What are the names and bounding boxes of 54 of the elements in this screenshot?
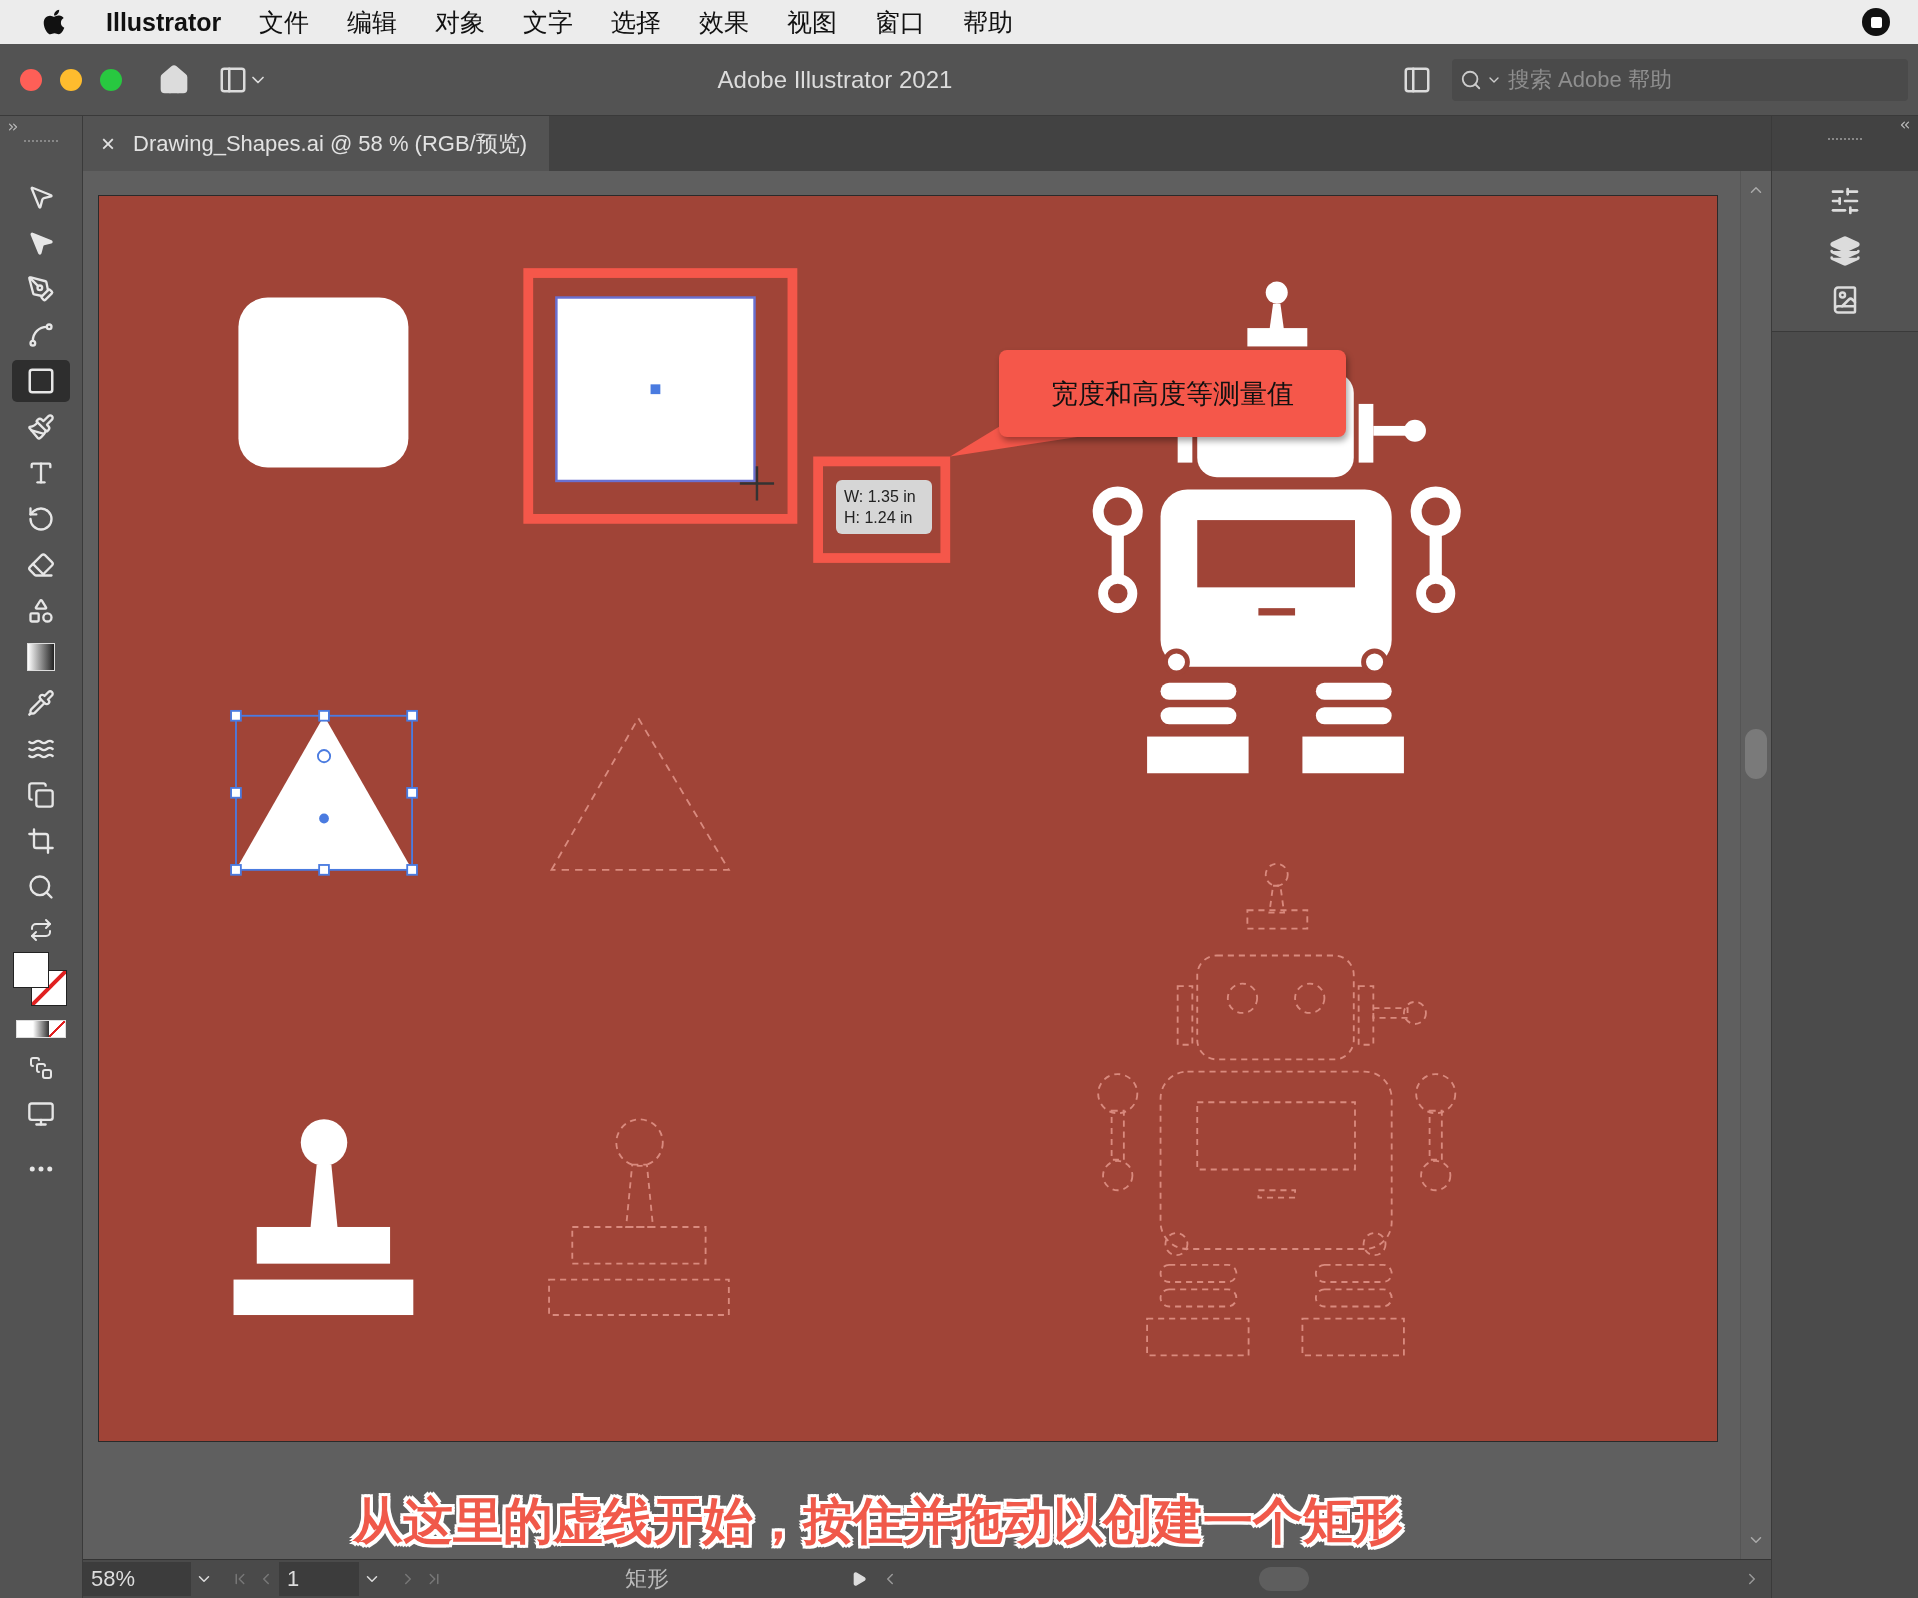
brush-icon	[27, 413, 55, 441]
record-icon[interactable]	[1862, 8, 1890, 36]
search-input[interactable]: 搜索 Adobe 帮助	[1506, 65, 1900, 94]
search-field[interactable]: 搜索 Adobe 帮助	[1452, 58, 1908, 101]
swap-icon[interactable]	[29, 918, 53, 942]
close-window-button[interactable]	[20, 68, 42, 91]
minimize-window-button[interactable]	[60, 68, 82, 91]
play-icon	[851, 1571, 867, 1587]
menu-item[interactable]: 文字	[523, 5, 574, 39]
center-point-icon	[650, 384, 661, 395]
menu-item[interactable]: 窗口	[875, 5, 926, 39]
app-menu[interactable]: Illustrator	[106, 7, 222, 37]
expand-icon[interactable]	[6, 120, 20, 134]
menu-item[interactable]: 编辑	[347, 5, 398, 39]
rotate-icon	[27, 505, 55, 533]
rectangle-icon	[26, 366, 56, 396]
close-tab-button[interactable]: ×	[97, 129, 119, 158]
menu-item[interactable]: 视图	[787, 5, 838, 39]
current-tool-label: 矩形	[624, 1565, 670, 1593]
crop-icon	[27, 827, 55, 855]
copy-icon	[27, 781, 55, 809]
color-modes-icon[interactable]	[16, 1020, 66, 1038]
eyedropper-icon	[27, 689, 55, 717]
menu-item[interactable]: 帮助	[963, 5, 1014, 39]
gradient-icon	[27, 643, 55, 671]
sliders-icon	[1829, 185, 1861, 217]
layers-icon	[1829, 235, 1861, 267]
menu-item[interactable]: 效果	[699, 5, 750, 39]
tab-title: Drawing_Shapes.ai @ 58 % (RGB/预览)	[133, 129, 528, 158]
video-caption: 从这里的虚线开始，按住并拖动以创建一个矩形	[353, 1492, 1403, 1551]
window-title: Adobe Illustrator 2021	[716, 65, 954, 94]
collapse-icon[interactable]	[1898, 118, 1912, 132]
menu-item[interactable]: 文件	[259, 5, 310, 39]
screen-mode-icon[interactable]	[27, 1100, 55, 1128]
eraser-icon	[27, 551, 55, 579]
menu-item[interactable]: 选择	[611, 5, 662, 39]
page-field[interactable]: 1	[279, 1562, 359, 1596]
scroll-thumb[interactable]	[1745, 729, 1767, 779]
fill-stroke-swatches[interactable]	[13, 952, 69, 1006]
tool-button[interactable]	[12, 360, 70, 402]
shapes-icon	[27, 597, 55, 625]
document-tab[interactable]: × Drawing_Shapes.ai @ 58 % (RGB/预览)	[83, 116, 550, 171]
draw-mode-icon[interactable]	[29, 1056, 53, 1080]
search-icon	[1460, 68, 1482, 91]
crosshair-cursor-icon	[739, 466, 775, 501]
height-reading: H: 1.24 in	[844, 508, 914, 528]
home-icon	[158, 63, 190, 96]
width-reading: W: 1.35 in	[844, 487, 917, 507]
zoom-field[interactable]: 58%	[83, 1562, 191, 1596]
zoom-icon	[27, 873, 55, 901]
curve-pen-icon	[27, 321, 55, 349]
zoom-window-button[interactable]	[100, 68, 122, 91]
pen-icon	[27, 275, 55, 303]
menu-item[interactable]: 对象	[435, 5, 486, 39]
